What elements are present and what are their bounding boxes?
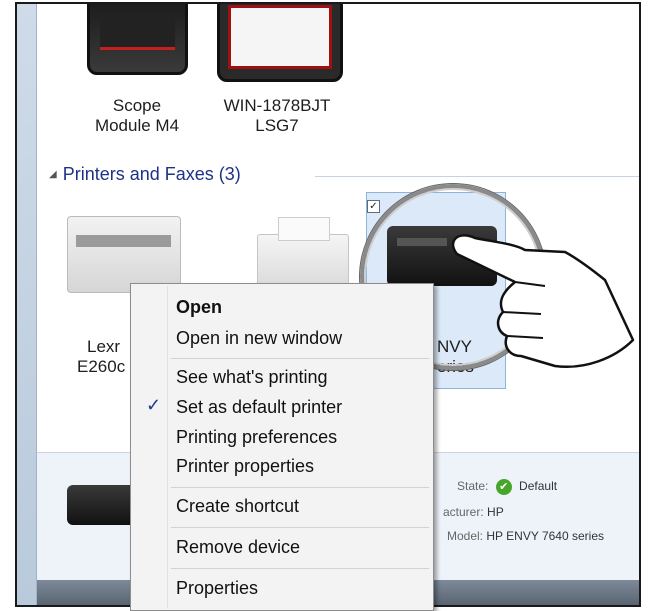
- menu-item-printer-properties[interactable]: Printer properties: [176, 455, 314, 477]
- printers-group-header[interactable]: ◢ Printers and Faxes (3): [49, 164, 241, 185]
- menu-item-create-shortcut[interactable]: Create shortcut: [176, 495, 299, 517]
- ok-check-icon: ✔: [495, 479, 512, 495]
- selection-checkbox[interactable]: ✓: [367, 200, 380, 213]
- menu-item-properties[interactable]: Properties: [176, 577, 258, 599]
- device-win-1878bjt[interactable]: WIN-1878BJT LSG7: [207, 96, 347, 136]
- window-left-edge: [17, 4, 37, 605]
- group-divider: [315, 176, 639, 177]
- device-label-line2: LSG7: [255, 116, 299, 135]
- state-value: Default: [519, 479, 558, 494]
- menu-item-remove-device[interactable]: Remove device: [176, 536, 300, 558]
- menu-item-open[interactable]: Open: [176, 296, 222, 318]
- tablet-device-icon[interactable]: [217, 4, 343, 82]
- pointing-hand-icon: [451, 234, 635, 368]
- menu-separator: [171, 568, 429, 569]
- model-value: HP ENVY 7640 series: [486, 529, 604, 543]
- menu-item-printing-preferences[interactable]: Printing preferences: [176, 426, 337, 448]
- device-label-line1: WIN-1878BJT: [223, 96, 331, 115]
- fax-printer-icon[interactable]: [257, 217, 349, 286]
- manufacturer-label: acturer:: [443, 505, 484, 519]
- menu-separator: [171, 358, 429, 359]
- lexmark-printer-icon[interactable]: [67, 216, 181, 293]
- checkmark-icon: ✓: [146, 395, 162, 415]
- device-label-line1: Scope: [112, 96, 162, 115]
- device-scope-module[interactable]: Scope Module M4: [87, 96, 187, 136]
- menu-item-set-default[interactable]: Set as default printer: [176, 396, 342, 418]
- state-label: State:: [457, 479, 489, 494]
- manufacturer-value: HP: [487, 505, 504, 519]
- menu-item-see-printing[interactable]: See what's printing: [176, 366, 328, 388]
- device-label-line2: Module M4: [94, 116, 180, 135]
- collapse-triangle-icon[interactable]: ◢: [49, 169, 57, 180]
- detail-manufacturer-row: acturer: HP: [443, 505, 504, 519]
- detail-state-row: State: ✔ Default: [457, 479, 557, 495]
- model-label: Model:: [447, 529, 484, 543]
- group-label: Printers and Faxes (3): [62, 164, 241, 184]
- detail-model-row: Model: HP ENVY 7640 series: [447, 529, 604, 543]
- menu-separator: [171, 527, 429, 528]
- menu-separator: [171, 487, 429, 488]
- menu-icon-gutter: [167, 286, 168, 608]
- context-menu: Open Open in new window See what's print…: [130, 283, 434, 611]
- menu-item-open-new-window[interactable]: Open in new window: [176, 327, 342, 349]
- scope-module-device-icon[interactable]: [87, 4, 188, 75]
